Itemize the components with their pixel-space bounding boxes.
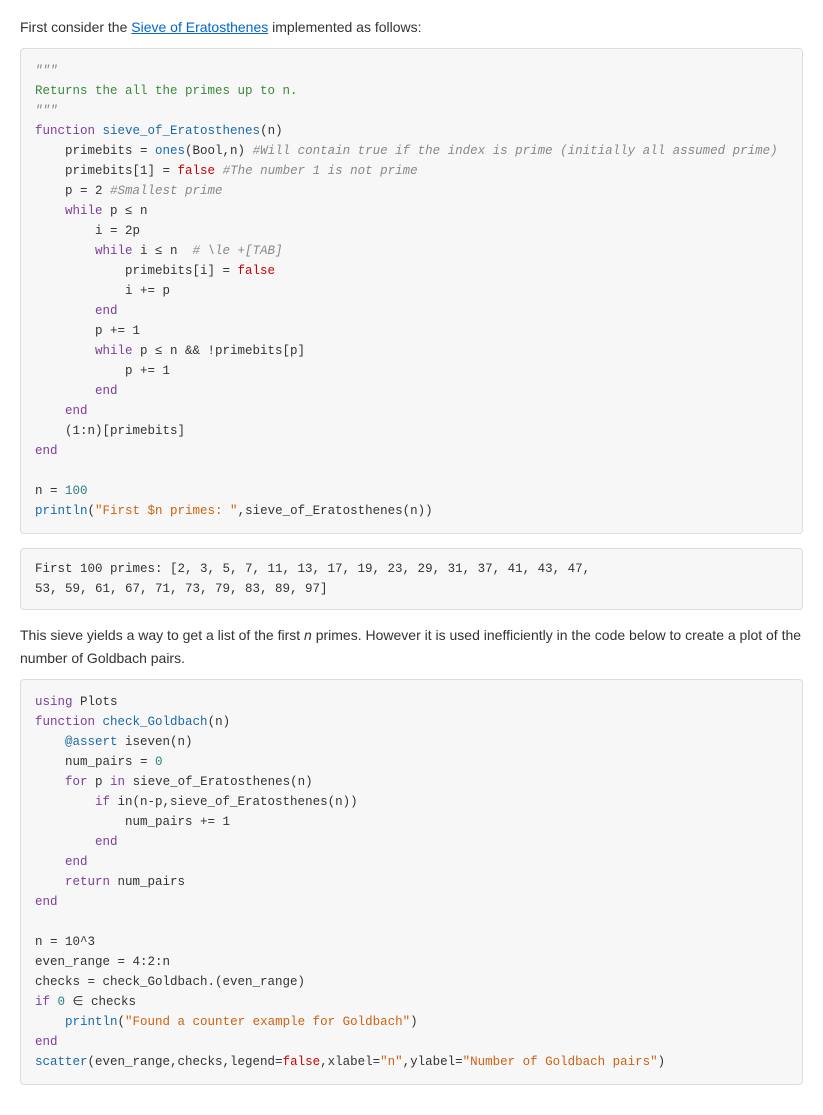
code-block-goldbach: using Plots function check_Goldbach(n) @…	[20, 679, 803, 1085]
intro-text-before: First consider the	[20, 19, 131, 35]
intro-text-after: implemented as follows:	[268, 19, 421, 35]
output-block-sieve: First 100 primes: [2, 3, 5, 7, 11, 13, 1…	[20, 548, 803, 610]
sieve-link[interactable]: Sieve of Eratosthenes	[131, 19, 268, 35]
intro-paragraph: First consider the Sieve of Eratosthenes…	[20, 16, 803, 38]
mid-paragraph: This sieve yields a way to get a list of…	[20, 624, 803, 669]
code-block-sieve: """ Returns the all the primes up to n. …	[20, 48, 803, 534]
